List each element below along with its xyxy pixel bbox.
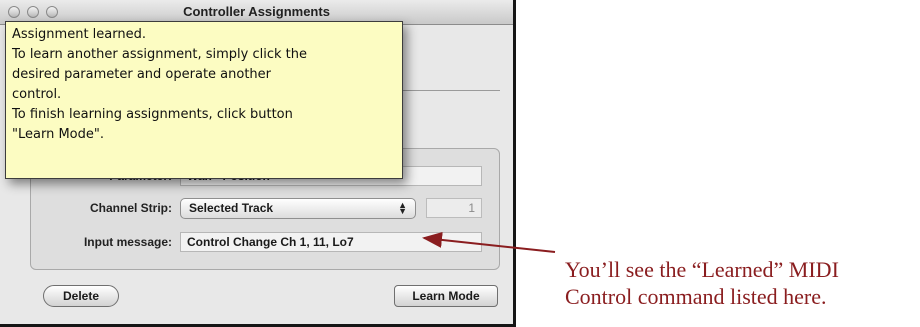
annotation-callout: You’ll see the “Learned” MIDI Control co… (565, 256, 920, 310)
callout-line-2: Control command listed here. (565, 284, 827, 309)
arrow-line (422, 231, 556, 253)
callout-line-1: You’ll see the “Learned” MIDI (565, 257, 839, 282)
